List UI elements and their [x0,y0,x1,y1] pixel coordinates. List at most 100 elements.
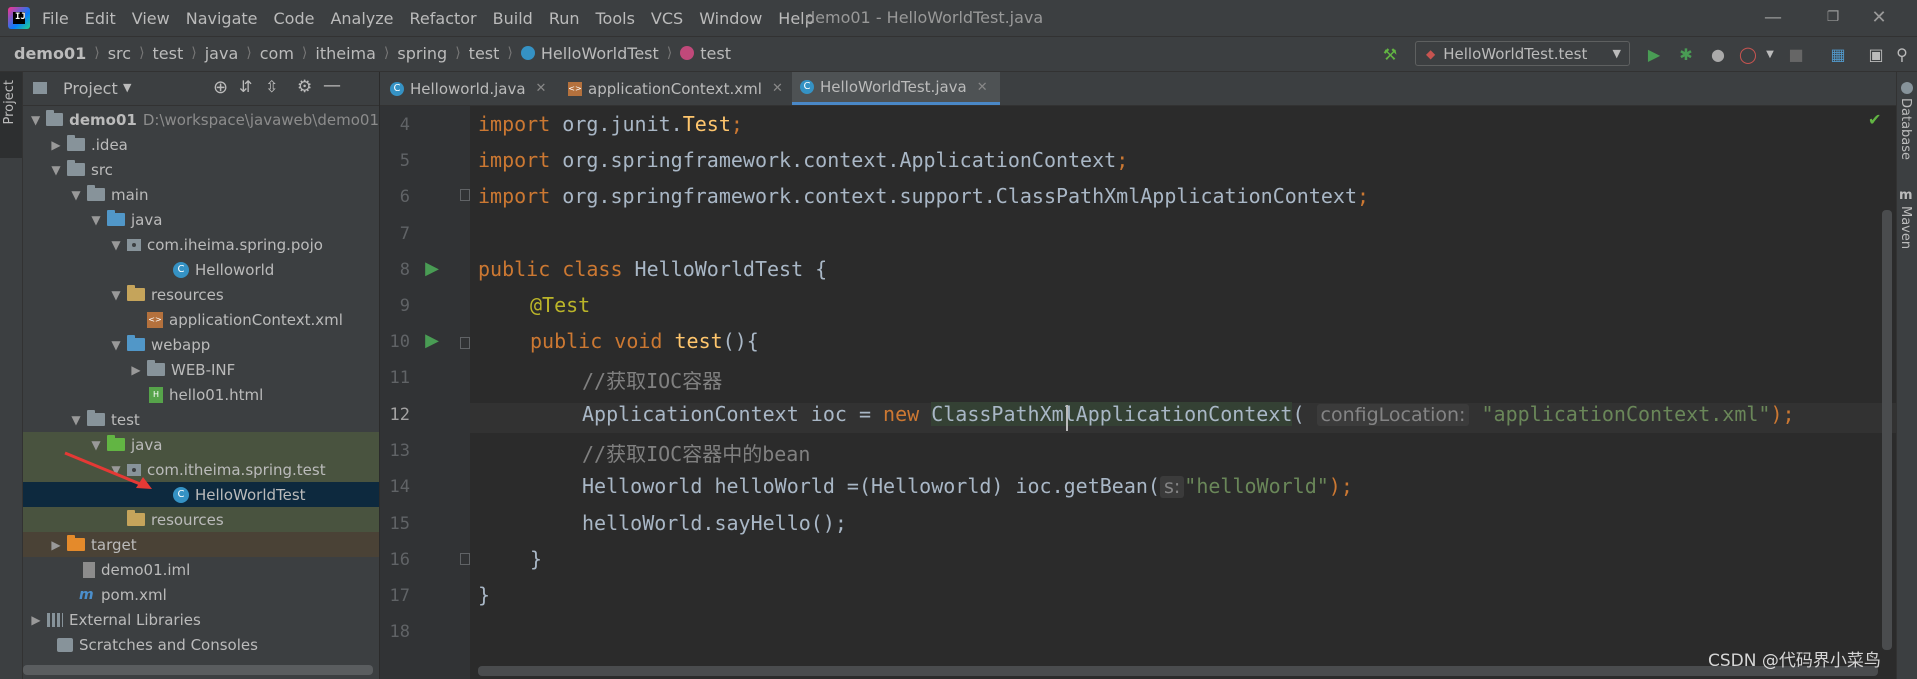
chevron-down-icon[interactable]: ▼ [69,413,83,427]
menu-refactor[interactable]: Refactor [410,9,477,28]
breadcrumb-item[interactable]: itheima [315,44,376,63]
menu-run[interactable]: Run [549,9,580,28]
tree-item-webapp[interactable]: ▼ webapp [23,332,379,357]
fold-marker-icon[interactable] [460,189,470,201]
tree-item-scratches[interactable]: Scratches and Consoles [23,632,379,657]
code-line-10: public void test(){ [530,329,759,353]
menu-build[interactable]: Build [493,9,533,28]
chevron-right-icon[interactable]: ▶ [129,363,143,377]
tree-item-hello01-html[interactable]: H hello01.html [23,382,379,407]
gear-icon[interactable]: ⚙ [297,77,312,97]
line-number: 4 [399,115,410,135]
menu-analyze[interactable]: Analyze [330,9,393,28]
tab-applicationcontext-xml[interactable]: <> applicationContext.xml ✕ [568,72,788,105]
breadcrumb-item[interactable]: test [700,44,731,63]
debug-icon[interactable]: ✱ [1676,44,1696,64]
tab-helloworld-java[interactable]: C Helloworld.java ✕ [390,72,560,105]
chevron-right-icon[interactable]: ▶ [49,138,63,152]
watermark: CSDN @代码界小菜鸟 [1708,651,1881,671]
tree-item-label: com.iheima.spring.pojo [147,235,323,254]
chevron-down-icon: ▼ [1612,47,1621,60]
close-tab-icon[interactable]: ✕ [977,80,988,95]
hide-panel-icon[interactable]: — [323,75,341,96]
search-icon[interactable]: ⚲ [1892,44,1912,64]
database-tool-tab[interactable]: Database [1898,98,1913,160]
editor-horizontal-scrollbar[interactable] [478,666,1878,676]
build-hammer-icon[interactable]: ⚒ [1380,44,1400,64]
chevron-down-icon[interactable]: ▼ [109,338,123,352]
breadcrumb-item[interactable]: spring [397,44,447,63]
chevron-down-icon[interactable]: ▼ [29,113,42,127]
window-layout-icon[interactable]: ▣ [1866,44,1886,64]
breadcrumb-item[interactable]: test [469,44,500,63]
code-line-9: @Test [530,293,591,317]
chevron-down-icon[interactable]: ▼ [69,188,83,202]
coverage-icon[interactable]: ● [1708,44,1728,64]
run-icon[interactable]: ▶ [1644,44,1664,64]
tree-item-main-java[interactable]: ▼ java [23,207,379,232]
more-run-chevron-icon[interactable]: ▼ [1760,44,1780,64]
tree-item-test[interactable]: ▼ test [23,407,379,432]
tree-item-pojo-package[interactable]: ▼ com.iheima.spring.pojo [23,232,379,257]
close-tab-icon[interactable]: ✕ [536,81,547,96]
menu-tools[interactable]: Tools [596,9,635,28]
menu-window[interactable]: Window [699,9,762,28]
breadcrumb-item[interactable]: java [205,44,239,63]
locate-file-icon[interactable]: ⊕ [213,77,228,98]
chevron-down-icon[interactable]: ▼ [49,163,63,177]
chevron-down-icon[interactable]: ▼ [109,238,123,252]
tree-item-src[interactable]: ▼ src [23,157,379,182]
expand-all-icon[interactable]: ⇵ [239,77,252,96]
fold-marker-icon[interactable] [460,337,470,349]
close-icon[interactable]: ✕ [1868,6,1890,28]
breadcrumb-item[interactable]: com [260,44,294,63]
tree-item-web-inf[interactable]: ▶ WEB-INF [23,357,379,382]
text-caret [1066,405,1068,431]
inspection-ok-icon[interactable]: ✔ [1868,110,1881,129]
panel-horizontal-scrollbar[interactable] [23,665,373,675]
code-line-14: Helloworld helloWorld =(Helloworld) ioc.… [582,474,1353,498]
minimize-icon[interactable]: — [1762,6,1784,28]
tree-item-pom-xml[interactable]: m pom.xml [23,582,379,607]
chevron-down-icon[interactable]: ▼ [89,213,103,227]
chevron-right-icon[interactable]: ▶ [29,613,43,627]
stop-icon[interactable]: ■ [1786,44,1806,64]
chevron-right-icon[interactable]: ▶ [49,538,63,552]
chevron-down-icon[interactable]: ▼ [109,288,123,302]
breadcrumb-item[interactable]: demo01 [14,44,86,63]
menu-code[interactable]: Code [274,9,315,28]
breadcrumb-item[interactable]: test [153,44,184,63]
collapse-all-icon[interactable]: ⇳ [265,77,278,96]
menu-navigate[interactable]: Navigate [186,9,258,28]
project-structure-icon[interactable]: ▦ [1828,44,1848,64]
tab-helloworldtest-java[interactable]: C HelloWorldTest.java ✕ [792,72,1000,105]
tree-item-demo01-iml[interactable]: demo01.iml [23,557,379,582]
menu-edit[interactable]: Edit [85,9,116,28]
project-view-title[interactable]: Project [63,79,118,98]
project-view-icon [33,82,47,94]
run-test-class-icon[interactable]: ▶ [422,258,442,279]
fold-marker-icon[interactable] [460,553,470,565]
breadcrumb-item[interactable]: src [108,44,131,63]
restore-icon[interactable]: ❐ [1822,6,1844,28]
editor-vertical-scrollbar[interactable] [1882,210,1892,650]
tree-item-external-libraries[interactable]: ▶ External Libraries [23,607,379,632]
chevron-down-icon[interactable]: ▼ [123,81,131,94]
tree-item-target[interactable]: ▶ target [23,532,379,557]
run-test-method-icon[interactable]: ▶ [422,330,442,351]
close-tab-icon[interactable]: ✕ [772,81,783,96]
tree-item-test-resources[interactable]: resources [23,507,379,532]
tree-item-main[interactable]: ▼ main [23,182,379,207]
menu-vcs[interactable]: VCS [651,9,683,28]
breadcrumb-item[interactable]: HelloWorldTest [541,44,659,63]
tree-item-helloworld[interactable]: C Helloworld [23,257,379,282]
tree-item-idea[interactable]: ▶ .idea [23,132,379,157]
menu-view[interactable]: View [132,9,170,28]
tree-item-applicationcontext[interactable]: <> applicationContext.xml [23,307,379,332]
maven-tool-tab[interactable]: Maven [1898,206,1913,249]
profile-icon[interactable]: ◯ [1738,44,1758,64]
tree-item-main-resources[interactable]: ▼ resources [23,282,379,307]
menu-file[interactable]: File [42,9,69,28]
tree-item-demo01[interactable]: ▼ demo01 D:\workspace\javaweb\demo01 [23,107,379,132]
run-configuration-select[interactable]: ◆ HelloWorldTest.test ▼ [1415,41,1630,66]
